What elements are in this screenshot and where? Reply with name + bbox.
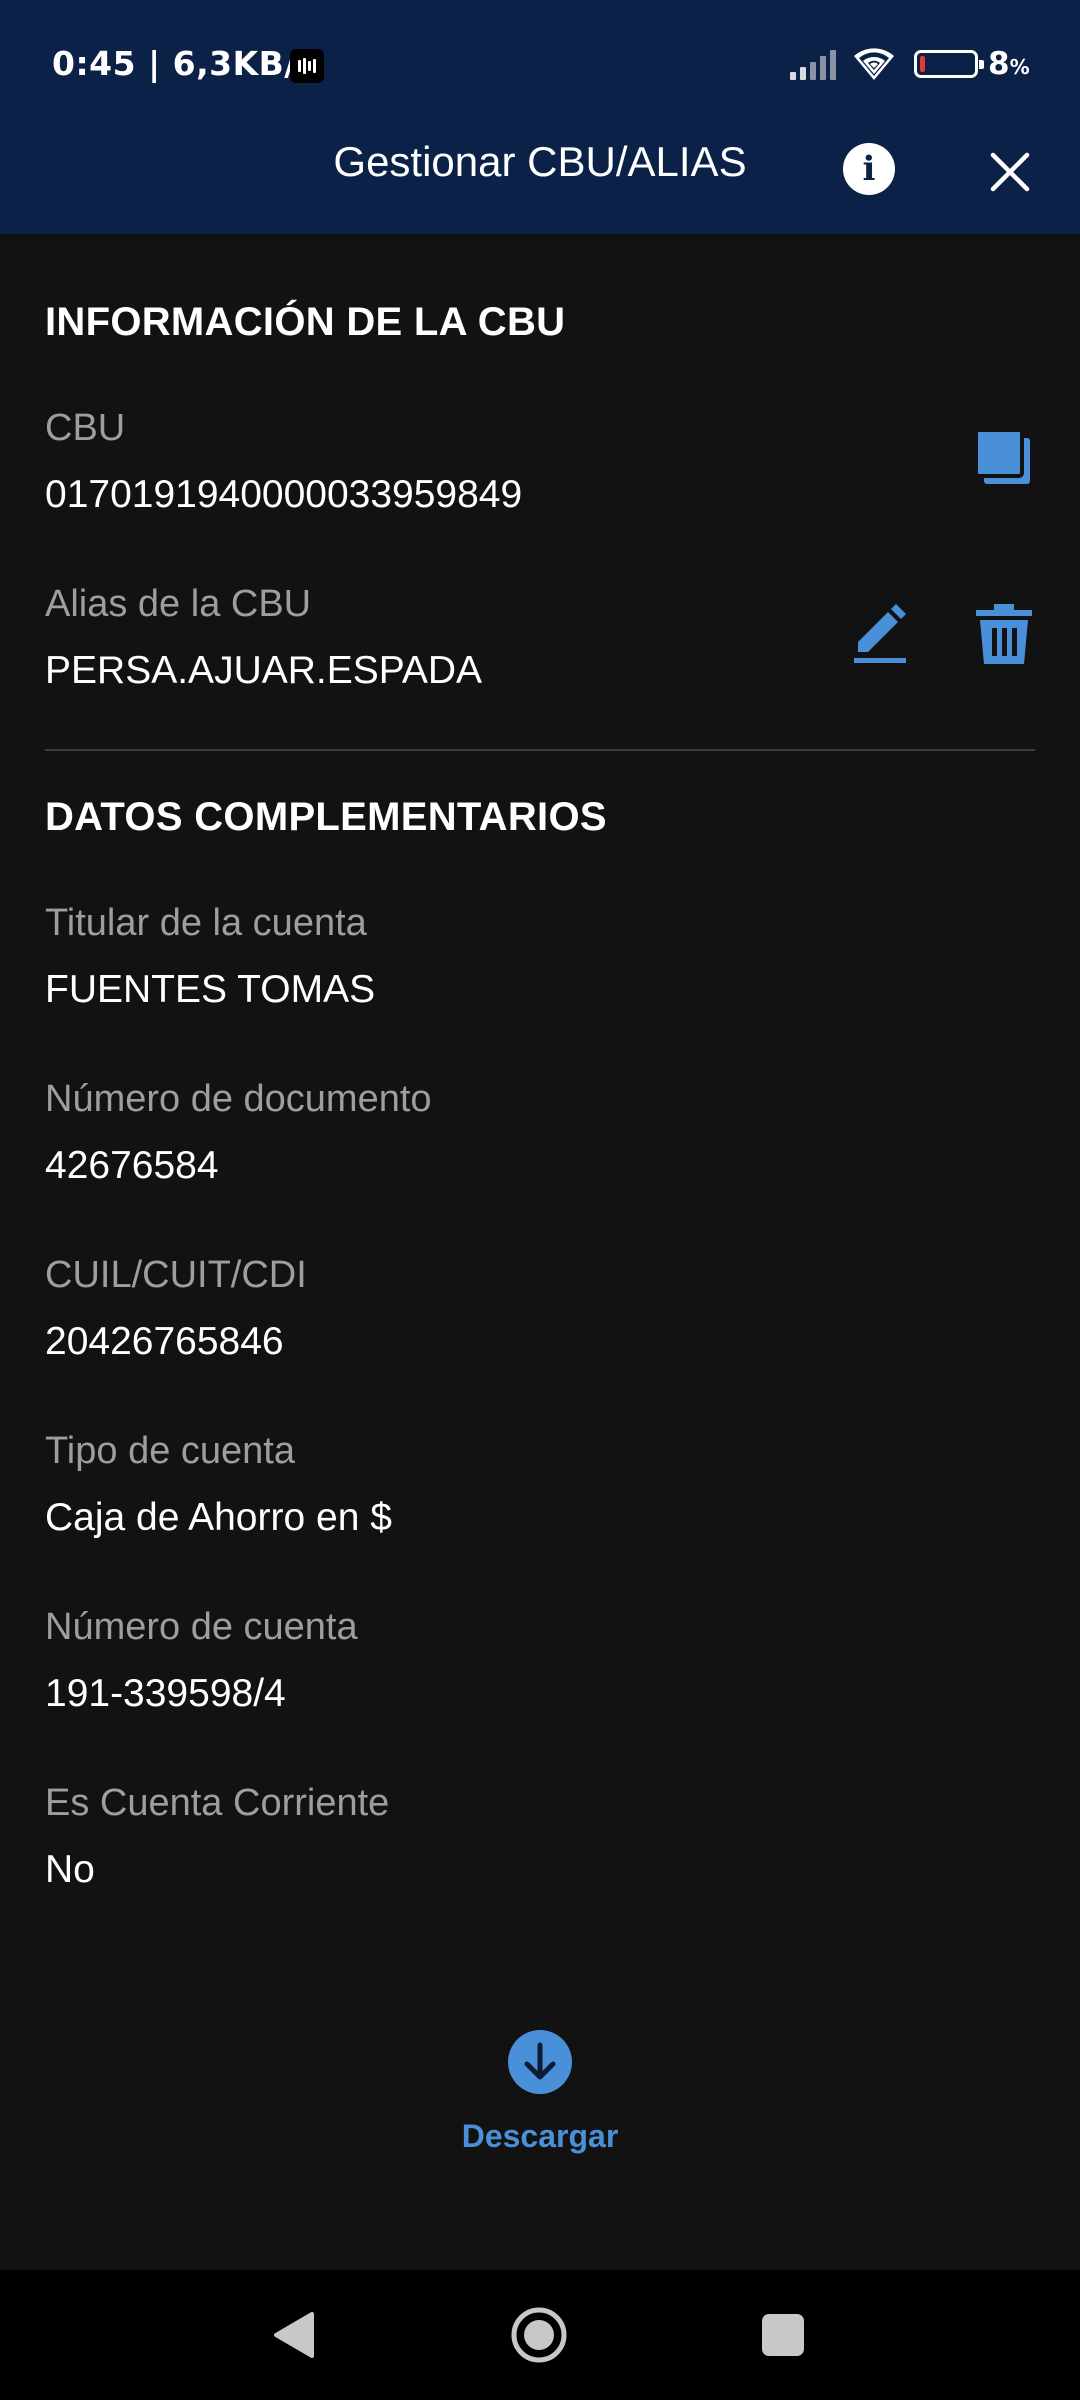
copy-icon[interactable] — [972, 426, 1036, 490]
field-label-tipo-cuenta: Tipo de cuenta — [45, 1430, 295, 1472]
cbu-value: 0170191940000033959849 — [45, 473, 523, 516]
field-value-cuil: 20426765846 — [45, 1320, 284, 1363]
section-title-complementary: DATOS COMPLEMENTARIOS — [45, 795, 607, 839]
download-arrow-icon — [508, 2030, 572, 2094]
back-triangle-icon[interactable] — [270, 2310, 320, 2360]
home-circle-icon[interactable] — [510, 2306, 568, 2364]
download-label: Descargar — [461, 2118, 619, 2154]
field-label-numero-cuenta: Número de cuenta — [45, 1606, 358, 1648]
field-value-cuenta-corriente: No — [45, 1848, 95, 1891]
field-label-titular: Titular de la cuenta — [45, 902, 367, 944]
alias-label: Alias de la CBU — [45, 583, 312, 625]
field-label-documento: Número de documento — [45, 1078, 432, 1120]
status-time-speed: 0:45 | 6,3KB/s — [52, 44, 317, 83]
status-bar: 0:45 | 6,3KB/s 8% — [0, 0, 1080, 134]
wifi-icon — [854, 48, 894, 80]
app-header: 0:45 | 6,3KB/s 8% Gestionar CBU/ALIAS i — [0, 0, 1080, 234]
edit-pencil-icon[interactable] — [850, 602, 914, 666]
section-title-cbu: INFORMACIÓN DE LA CBU — [45, 300, 566, 344]
field-label-cuenta-corriente: Es Cuenta Corriente — [45, 1782, 390, 1824]
section-divider — [45, 749, 1035, 751]
cbu-label: CBU — [45, 407, 126, 449]
page-title: Gestionar CBU/ALIAS — [333, 138, 747, 185]
trash-icon[interactable] — [972, 602, 1036, 666]
field-value-titular: FUENTES TOMAS — [45, 968, 376, 1011]
info-icon[interactable]: i — [843, 143, 895, 195]
alias-value: PERSA.AJUAR.ESPADA — [45, 649, 483, 692]
recent-apps-square-icon[interactable] — [762, 2314, 804, 2356]
close-icon[interactable] — [984, 146, 1036, 198]
system-nav-bar — [0, 2270, 1080, 2400]
battery-icon — [914, 50, 984, 78]
field-value-documento: 42676584 — [45, 1144, 219, 1187]
signal-icon — [790, 50, 838, 80]
recording-icon — [290, 49, 324, 83]
field-value-numero-cuenta: 191-339598/4 — [45, 1672, 286, 1715]
field-value-tipo-cuenta: Caja de Ahorro en $ — [45, 1496, 392, 1539]
download-button[interactable]: Descargar — [440, 2030, 640, 2160]
field-label-cuil: CUIL/CUIT/CDI — [45, 1254, 307, 1296]
battery-percent: 8% — [988, 46, 1030, 82]
